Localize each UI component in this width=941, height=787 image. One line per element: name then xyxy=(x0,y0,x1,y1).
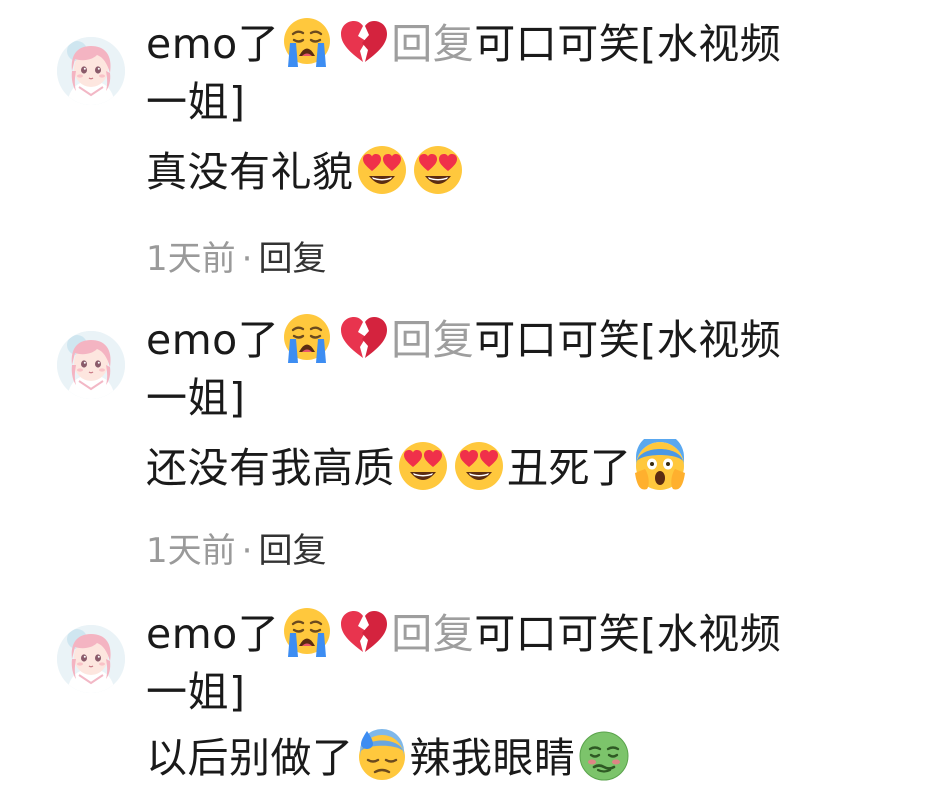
avatar-image xyxy=(57,625,125,693)
avatar[interactable] xyxy=(57,625,125,693)
comment-time: 1天前 xyxy=(146,239,236,279)
comment-header-line: emo了 回复可口可笑[水视频 xyxy=(146,605,906,663)
comment-text-part: 还没有我高质 xyxy=(146,444,395,492)
comment-body: emo了 回复可口可笑[水视频 一姐] 真没有礼貌 1天前 · 回复 xyxy=(146,15,906,279)
comment-header-line-2: 一姐] xyxy=(146,663,906,721)
comment-text: 还没有我高质 丑死了 xyxy=(146,439,906,497)
reply-target-name[interactable]: 可口可笑[水视频 xyxy=(474,316,781,364)
avatar-image xyxy=(57,37,125,105)
reply-target-name-cont[interactable]: 一姐] xyxy=(146,78,246,126)
sweat-face-icon xyxy=(355,729,409,783)
comment-text-part: 真没有礼貌 xyxy=(146,148,354,196)
comment-text: 真没有礼貌 xyxy=(146,143,906,201)
comment-text-part: 辣我眼睛 xyxy=(409,734,576,782)
author-name[interactable]: emo了 xyxy=(146,610,279,658)
comment-text: 以后别做了 辣我眼睛 xyxy=(146,729,906,787)
reply-target-name[interactable]: 可口可笑[水视频 xyxy=(474,20,781,68)
avatar[interactable] xyxy=(57,331,125,399)
comment-text-part: 丑死了 xyxy=(507,444,632,492)
comment-header-line-2: 一姐] xyxy=(146,369,906,427)
meta-separator: · xyxy=(241,239,253,279)
heart-eyes-icon xyxy=(396,439,450,493)
broken-heart-icon xyxy=(336,15,390,69)
crying-face-icon xyxy=(280,15,334,69)
heart-eyes-icon xyxy=(452,439,506,493)
meta-separator: · xyxy=(241,531,253,571)
comment-header-line: emo了 回复可口可笑[水视频 xyxy=(146,311,906,369)
comment-header-line-2: 一姐] xyxy=(146,73,906,131)
comment-body: emo了 回复可口可笑[水视频 一姐] 以后别做了 辣我眼睛 xyxy=(146,605,906,787)
broken-heart-icon xyxy=(336,605,390,659)
reply-button[interactable]: 回复 xyxy=(258,531,326,571)
screaming-face-icon xyxy=(633,439,687,493)
reply-target-name-cont[interactable]: 一姐] xyxy=(146,374,246,422)
comment-text-part: 以后别做了 xyxy=(146,734,354,782)
reply-word: 回复 xyxy=(391,316,475,364)
reply-target-name-cont[interactable]: 一姐] xyxy=(146,668,246,716)
avatar-image xyxy=(57,331,125,399)
comment-meta: 1天前 · 回复 xyxy=(146,239,906,279)
comment-meta: 1天前 · 回复 xyxy=(146,531,906,571)
author-name[interactable]: emo了 xyxy=(146,20,279,68)
heart-eyes-icon xyxy=(411,143,465,197)
broken-heart-icon xyxy=(336,311,390,365)
comment-header-line: emo了 回复可口可笑[水视频 xyxy=(146,15,906,73)
avatar[interactable] xyxy=(57,37,125,105)
author-name[interactable]: emo了 xyxy=(146,316,279,364)
reply-button[interactable]: 回复 xyxy=(258,239,326,279)
heart-eyes-icon xyxy=(355,143,409,197)
reply-word: 回复 xyxy=(391,20,475,68)
comment-body: emo了 回复可口可笑[水视频 一姐] 还没有我高质 丑死了 1天前 · 回复 xyxy=(146,311,906,571)
crying-face-icon xyxy=(280,605,334,659)
comment-time: 1天前 xyxy=(146,531,236,571)
crying-face-icon xyxy=(280,311,334,365)
reply-word: 回复 xyxy=(391,610,475,658)
nauseated-face-icon xyxy=(577,729,631,783)
reply-target-name[interactable]: 可口可笑[水视频 xyxy=(474,610,781,658)
